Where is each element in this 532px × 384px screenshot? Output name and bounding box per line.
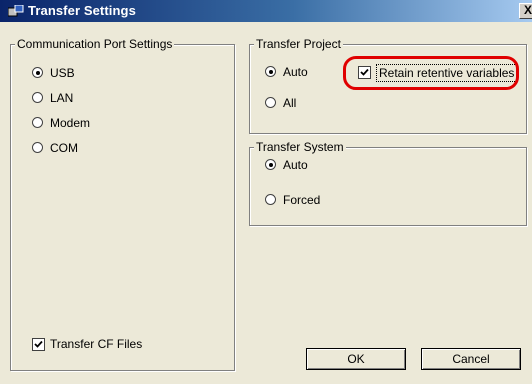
radio-usb-label: USB	[50, 66, 75, 80]
transfer-settings-dialog: Transfer Settings X Communication Port S…	[0, 0, 532, 384]
check-icon	[34, 340, 43, 348]
radio-com-control[interactable]	[32, 142, 43, 153]
ok-button[interactable]: OK	[306, 348, 406, 370]
window-title: Transfer Settings	[28, 3, 136, 18]
radio-project-all-label: All	[283, 96, 297, 110]
radio-usb-control[interactable]	[32, 67, 43, 78]
cancel-button[interactable]: Cancel	[421, 348, 521, 370]
app-icon	[7, 4, 24, 17]
radio-system-auto-label: Auto	[283, 158, 308, 172]
transfer-system-group: Transfer System Auto Forced	[249, 140, 527, 226]
title-bar: Transfer Settings X	[0, 0, 532, 22]
checkbox-transfer-cf-label: Transfer CF Files	[50, 337, 143, 351]
radio-system-auto-control[interactable]	[265, 159, 276, 170]
radio-lan-control[interactable]	[32, 92, 43, 103]
highlight-annotation	[343, 56, 519, 90]
checkbox-transfer-cf-control[interactable]	[32, 338, 45, 351]
radio-system-forced-label: Forced	[283, 193, 321, 207]
radio-lan-label: LAN	[50, 91, 74, 105]
comm-port-group: Communication Port Settings USB LAN Mode…	[10, 37, 235, 371]
radio-com-label: COM	[50, 141, 78, 155]
transfer-system-title: Transfer System	[254, 140, 346, 154]
radio-modem-control[interactable]	[32, 117, 43, 128]
radio-project-all-control[interactable]	[265, 97, 276, 108]
transfer-project-title: Transfer Project	[254, 37, 343, 51]
radio-system-forced-control[interactable]	[265, 194, 276, 205]
radio-project-auto-control[interactable]	[265, 66, 276, 77]
radio-project-auto-label: Auto	[283, 65, 308, 79]
radio-modem-label: Modem	[50, 116, 91, 130]
comm-port-title: Communication Port Settings	[15, 37, 175, 51]
close-button[interactable]: X	[519, 3, 532, 19]
